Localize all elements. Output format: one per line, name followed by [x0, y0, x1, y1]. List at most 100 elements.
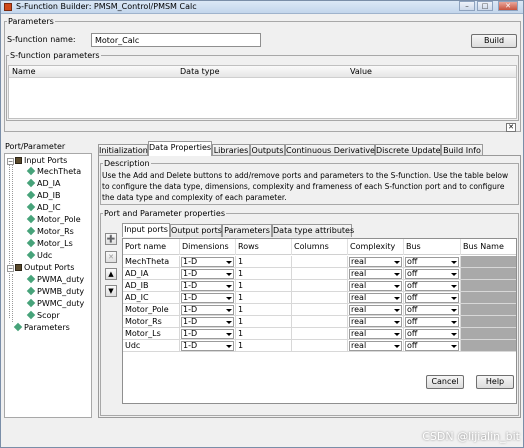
dimensions-select[interactable]: 1-D — [181, 329, 234, 339]
collapse-icon[interactable]: − — [7, 158, 14, 165]
collapse-icon[interactable]: − — [7, 265, 14, 272]
port-name-cell[interactable]: Motor_Ls — [123, 328, 180, 340]
rows-cell[interactable]: 1 — [236, 280, 292, 292]
help-button[interactable]: Help — [476, 375, 514, 389]
bus-select[interactable]: off — [405, 317, 459, 327]
maximize-button[interactable]: □ — [477, 1, 493, 11]
tree-item-scopr[interactable]: Scopr — [26, 310, 60, 321]
columns-cell[interactable] — [292, 304, 348, 316]
columns-cell[interactable] — [292, 316, 348, 328]
tree-item-motor-ls[interactable]: Motor_Ls — [26, 238, 73, 249]
sfunction-name-input[interactable]: Motor_Calc — [91, 33, 261, 47]
columns-cell[interactable] — [292, 328, 348, 340]
build-button[interactable]: Build — [471, 34, 517, 48]
columns-cell[interactable] — [292, 256, 348, 268]
dimensions-select[interactable]: 1-D — [181, 257, 234, 267]
columns-cell[interactable] — [292, 292, 348, 304]
tab-data-type-attributes[interactable]: Data type attributes — [272, 224, 354, 237]
complexity-cell: real — [348, 256, 404, 268]
rows-cell[interactable]: 1 — [236, 316, 292, 328]
complexity-select[interactable]: real — [349, 281, 402, 291]
column-name: Name — [12, 67, 36, 76]
add-icon[interactable]: ➕ — [105, 233, 117, 245]
port-name-cell[interactable]: AD_IC — [123, 292, 180, 304]
tree-output-ports[interactable]: − Output Ports — [7, 262, 74, 273]
minimize-button[interactable]: – — [459, 1, 475, 11]
tab-input-ports[interactable]: Input ports — [122, 223, 170, 237]
complexity-select[interactable]: real — [349, 329, 402, 339]
bus-select[interactable]: off — [405, 269, 459, 279]
port-name-cell[interactable]: AD_IA — [123, 268, 180, 280]
table-row: Motor_Ls 1-D 1 real off — [123, 328, 516, 340]
tree-item-pwma-duty[interactable]: PWMA_duty — [26, 274, 84, 285]
window-title: S-Function Builder: PMSM_Control/PMSM Ca… — [16, 2, 197, 11]
tree-input-ports[interactable]: − Input Ports — [7, 155, 67, 166]
complexity-select[interactable]: real — [349, 269, 402, 279]
tree-item-motor-rs[interactable]: Motor_Rs — [26, 226, 74, 237]
dimensions-select[interactable]: 1-D — [181, 341, 234, 351]
dimensions-select[interactable]: 1-D — [181, 317, 234, 327]
parameters-group-label: Parameters — [8, 17, 54, 26]
port-name-cell[interactable]: Udc — [123, 340, 180, 352]
delete-icon[interactable]: ✕ — [105, 251, 117, 263]
port-parameter-properties-label: Port and Parameter properties — [104, 209, 225, 218]
port-icon — [26, 202, 36, 212]
port-parameter-tree[interactable]: − Input Ports MechTheta AD_IA AD_IB AD_IC… — [4, 153, 92, 418]
bus-select[interactable]: off — [405, 293, 459, 303]
dimensions-cell: 1-D — [180, 304, 236, 316]
rows-cell[interactable]: 1 — [236, 304, 292, 316]
columns-cell[interactable] — [292, 268, 348, 280]
rows-cell[interactable]: 1 — [236, 328, 292, 340]
rows-cell[interactable]: 1 — [236, 256, 292, 268]
bus-select[interactable]: off — [405, 329, 459, 339]
complexity-select[interactable]: real — [349, 257, 402, 267]
columns-cell[interactable] — [292, 280, 348, 292]
dimensions-select[interactable]: 1-D — [181, 305, 234, 315]
bus-select[interactable]: off — [405, 341, 459, 351]
move-down-icon[interactable]: ▼ — [105, 285, 117, 297]
port-name-cell[interactable]: Motor_Rs — [123, 316, 180, 328]
rows-cell[interactable]: 1 — [236, 268, 292, 280]
tree-item-parameters[interactable]: Parameters — [13, 322, 70, 333]
port-name-cell[interactable]: AD_IB — [123, 280, 180, 292]
tab-parameters[interactable]: Parameters — [222, 224, 272, 237]
folder-icon — [15, 264, 22, 271]
tab-data-properties[interactable]: Data Properties — [148, 141, 212, 156]
chevron-down-icon — [451, 273, 457, 276]
complexity-select[interactable]: real — [349, 317, 402, 327]
move-up-icon[interactable]: ▲ — [105, 268, 117, 280]
rows-cell[interactable]: 1 — [236, 292, 292, 304]
complexity-select[interactable]: real — [349, 305, 402, 315]
tree-item-udc[interactable]: Udc — [26, 250, 52, 261]
rows-cell[interactable]: 1 — [236, 340, 292, 352]
close-icon[interactable]: ✕ — [506, 123, 516, 132]
dimensions-select[interactable]: 1-D — [181, 281, 234, 291]
port-name-cell[interactable]: MechTheta — [123, 256, 180, 268]
sfunction-parameters-table[interactable]: Name Data type Value — [8, 65, 517, 119]
tree-item-motor-pole[interactable]: Motor_Pole — [26, 214, 81, 225]
bus-name-cell — [461, 268, 516, 280]
bus-select[interactable]: off — [405, 281, 459, 291]
complexity-select[interactable]: real — [349, 341, 402, 351]
tree-item-pwmb-duty[interactable]: PWMB_duty — [26, 286, 84, 297]
tree-item-ad-ic[interactable]: AD_IC — [26, 202, 61, 213]
bus-select[interactable]: off — [405, 257, 459, 267]
chevron-down-icon — [226, 321, 232, 324]
chevron-down-icon — [394, 285, 400, 288]
chevron-down-icon — [226, 333, 232, 336]
port-name-cell[interactable]: Motor_Pole — [123, 304, 180, 316]
tree-item-ad-ia[interactable]: AD_IA — [26, 178, 60, 189]
bus-select[interactable]: off — [405, 305, 459, 315]
columns-cell[interactable] — [292, 340, 348, 352]
chevron-down-icon — [226, 345, 232, 348]
sfunction-parameters-header: Name Data type Value — [9, 66, 516, 78]
tree-item-mechtheta[interactable]: MechTheta — [26, 166, 81, 177]
tree-item-ad-ib[interactable]: AD_IB — [26, 190, 60, 201]
dimensions-select[interactable]: 1-D — [181, 269, 234, 279]
complexity-select[interactable]: real — [349, 293, 402, 303]
close-button[interactable]: ✕ — [498, 1, 518, 11]
tab-output-ports[interactable]: Output ports — [170, 224, 222, 237]
tree-item-pwmc-duty[interactable]: PWMC_duty — [26, 298, 84, 309]
cancel-button[interactable]: Cancel — [426, 375, 464, 389]
dimensions-select[interactable]: 1-D — [181, 293, 234, 303]
